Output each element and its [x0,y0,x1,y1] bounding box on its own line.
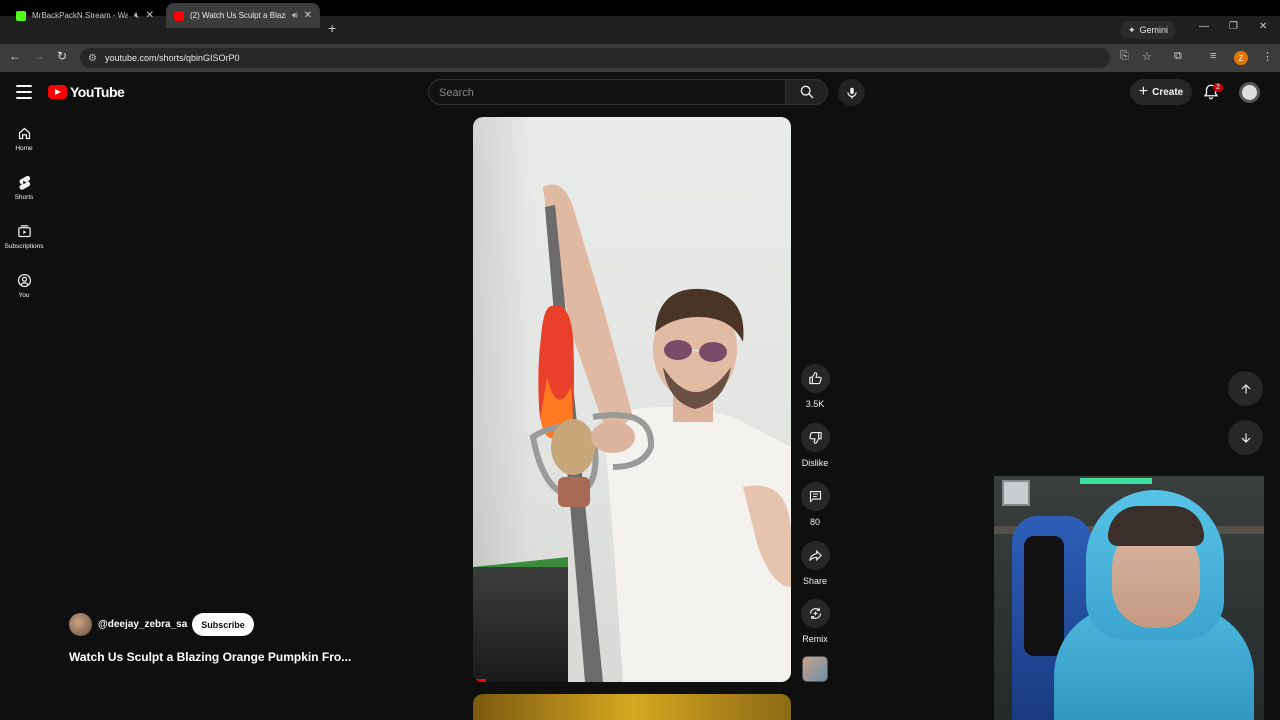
you-icon [17,273,31,288]
sidebar-item-you[interactable]: You [0,273,48,299]
channel-avatar[interactable] [69,613,92,636]
sidebar-item-label: Subscriptions [4,243,44,250]
create-button[interactable]: + Create [1130,79,1192,105]
channel-name[interactable]: @deejay_zebra_sa [98,619,187,630]
new-tab-button[interactable]: + [328,20,336,36]
short-video-player[interactable] [473,117,791,682]
next-short-button[interactable] [1228,420,1263,455]
youtube-logo[interactable]: YouTube [48,84,125,100]
comments-circle[interactable] [800,482,830,511]
home-icon [18,127,30,140]
search-button[interactable] [786,79,828,105]
share-button[interactable]: Share [795,541,835,586]
tab-title: (2) Watch Us Sculpt a Blazin [190,11,286,20]
sound-thumbnail[interactable] [802,656,828,682]
close-tab-icon[interactable]: ✕ [304,10,312,21]
bookmark-star-icon[interactable]: ☆ [1142,50,1152,63]
short-title[interactable]: Watch Us Sculpt a Blazing Orange Pumpkin… [69,650,389,664]
video-progress-bar[interactable] [473,679,486,682]
thumbs-up-icon [808,372,822,385]
previous-short-button[interactable] [1228,371,1263,406]
next-short-preview[interactable] [473,694,791,720]
gaming-chair-headrest [1024,536,1064,656]
streamer-webcam-overlay [994,476,1264,720]
reload-icon[interactable]: ↻ [54,49,70,63]
browser-menu-icon[interactable]: ⋮ [1262,50,1273,63]
youtube-favicon-icon [174,10,184,21]
thumbs-down-icon [808,431,822,444]
share-icon [808,549,822,562]
sidebar-item-subscriptions[interactable]: Subscriptions [0,224,48,250]
microphone-icon [846,87,857,99]
search-icon [800,85,813,99]
subscriptions-icon [17,225,31,238]
back-icon[interactable]: ← [7,49,23,63]
subscribe-button[interactable]: Subscribe [192,613,254,636]
create-label: Create [1152,86,1184,98]
remix-label: Remix [802,634,828,644]
restore-icon[interactable]: ❐ [1229,21,1238,32]
arrow-up-icon [1241,383,1250,394]
share-label: Share [802,576,828,586]
sidebar-item-label: Home [15,145,33,152]
remix-icon [809,607,821,620]
wall-picture-frame [1002,480,1030,506]
sidebar-item-label: Shorts [14,194,34,201]
shorts-icon [18,175,30,190]
close-window-icon[interactable]: ✕ [1259,21,1267,32]
account-avatar[interactable] [1239,82,1260,103]
gemini-label: Gemini [1139,25,1169,35]
sidebar-item-shorts[interactable]: Shorts [0,175,48,201]
close-tab-icon[interactable]: ✕ [146,10,154,21]
sidebar-item-label: You [18,292,30,299]
comments-button[interactable]: 80 [795,482,835,527]
browser-tab-kick[interactable]: MrBackPackN Stream - Wat 🔇︎ ✕ [8,3,162,28]
remix-circle[interactable] [800,599,830,628]
speaker-icon[interactable]: 🔊︎ [292,10,298,21]
arrow-down-icon [1241,432,1250,443]
hamburger-menu-icon[interactable] [16,85,32,99]
dislike-button[interactable]: Dislike [795,423,835,468]
remix-button[interactable]: Remix [795,599,835,644]
muted-speaker-icon[interactable]: 🔇︎ [134,10,140,21]
voice-search-button[interactable] [838,79,865,106]
comment-icon [809,490,821,503]
url-text: youtube.com/shorts/qbinGISOrP0 [104,53,240,63]
browser-tab-youtube[interactable]: (2) Watch Us Sculpt a Blazin 🔊︎ ✕ [166,3,320,28]
media-controls-icon[interactable]: ≡ [1210,50,1216,62]
install-app-icon[interactable]: ⎘ [1120,50,1129,63]
led-light-strip [1080,478,1152,484]
like-count: 3.5K [805,399,825,409]
youtube-play-icon [48,85,67,99]
video-frame-glassblower [529,184,791,682]
plus-icon: + [1138,83,1149,100]
dislike-label: Dislike [801,458,829,468]
share-circle[interactable] [800,541,830,570]
comment-count: 80 [809,517,820,527]
sidebar-item-home[interactable]: Home [0,126,48,152]
browser-profile-avatar[interactable]: Z [1234,51,1248,65]
search-input[interactable]: Search [428,79,786,105]
notification-count-badge: 2 [1213,83,1223,92]
dislike-circle[interactable] [800,423,830,452]
streamer-hair [1108,506,1204,546]
site-info-icon[interactable]: ⚙︎ [88,53,97,64]
like-circle[interactable] [800,364,830,393]
address-bar[interactable]: ⚙︎ youtube.com/shorts/qbinGISOrP0 [80,48,1110,68]
gemini-button[interactable]: ✦ Gemini [1120,21,1177,39]
kick-favicon-icon [16,10,26,21]
forward-icon[interactable]: → [31,49,47,63]
extensions-icon[interactable]: ⧉ [1174,50,1182,63]
sparkle-icon: ✦ [1128,24,1136,35]
youtube-wordmark: YouTube [70,84,125,100]
minimize-icon[interactable]: — [1199,21,1209,32]
like-button[interactable]: 3.5K [795,364,835,409]
tab-title: MrBackPackN Stream - Wat [32,11,128,20]
